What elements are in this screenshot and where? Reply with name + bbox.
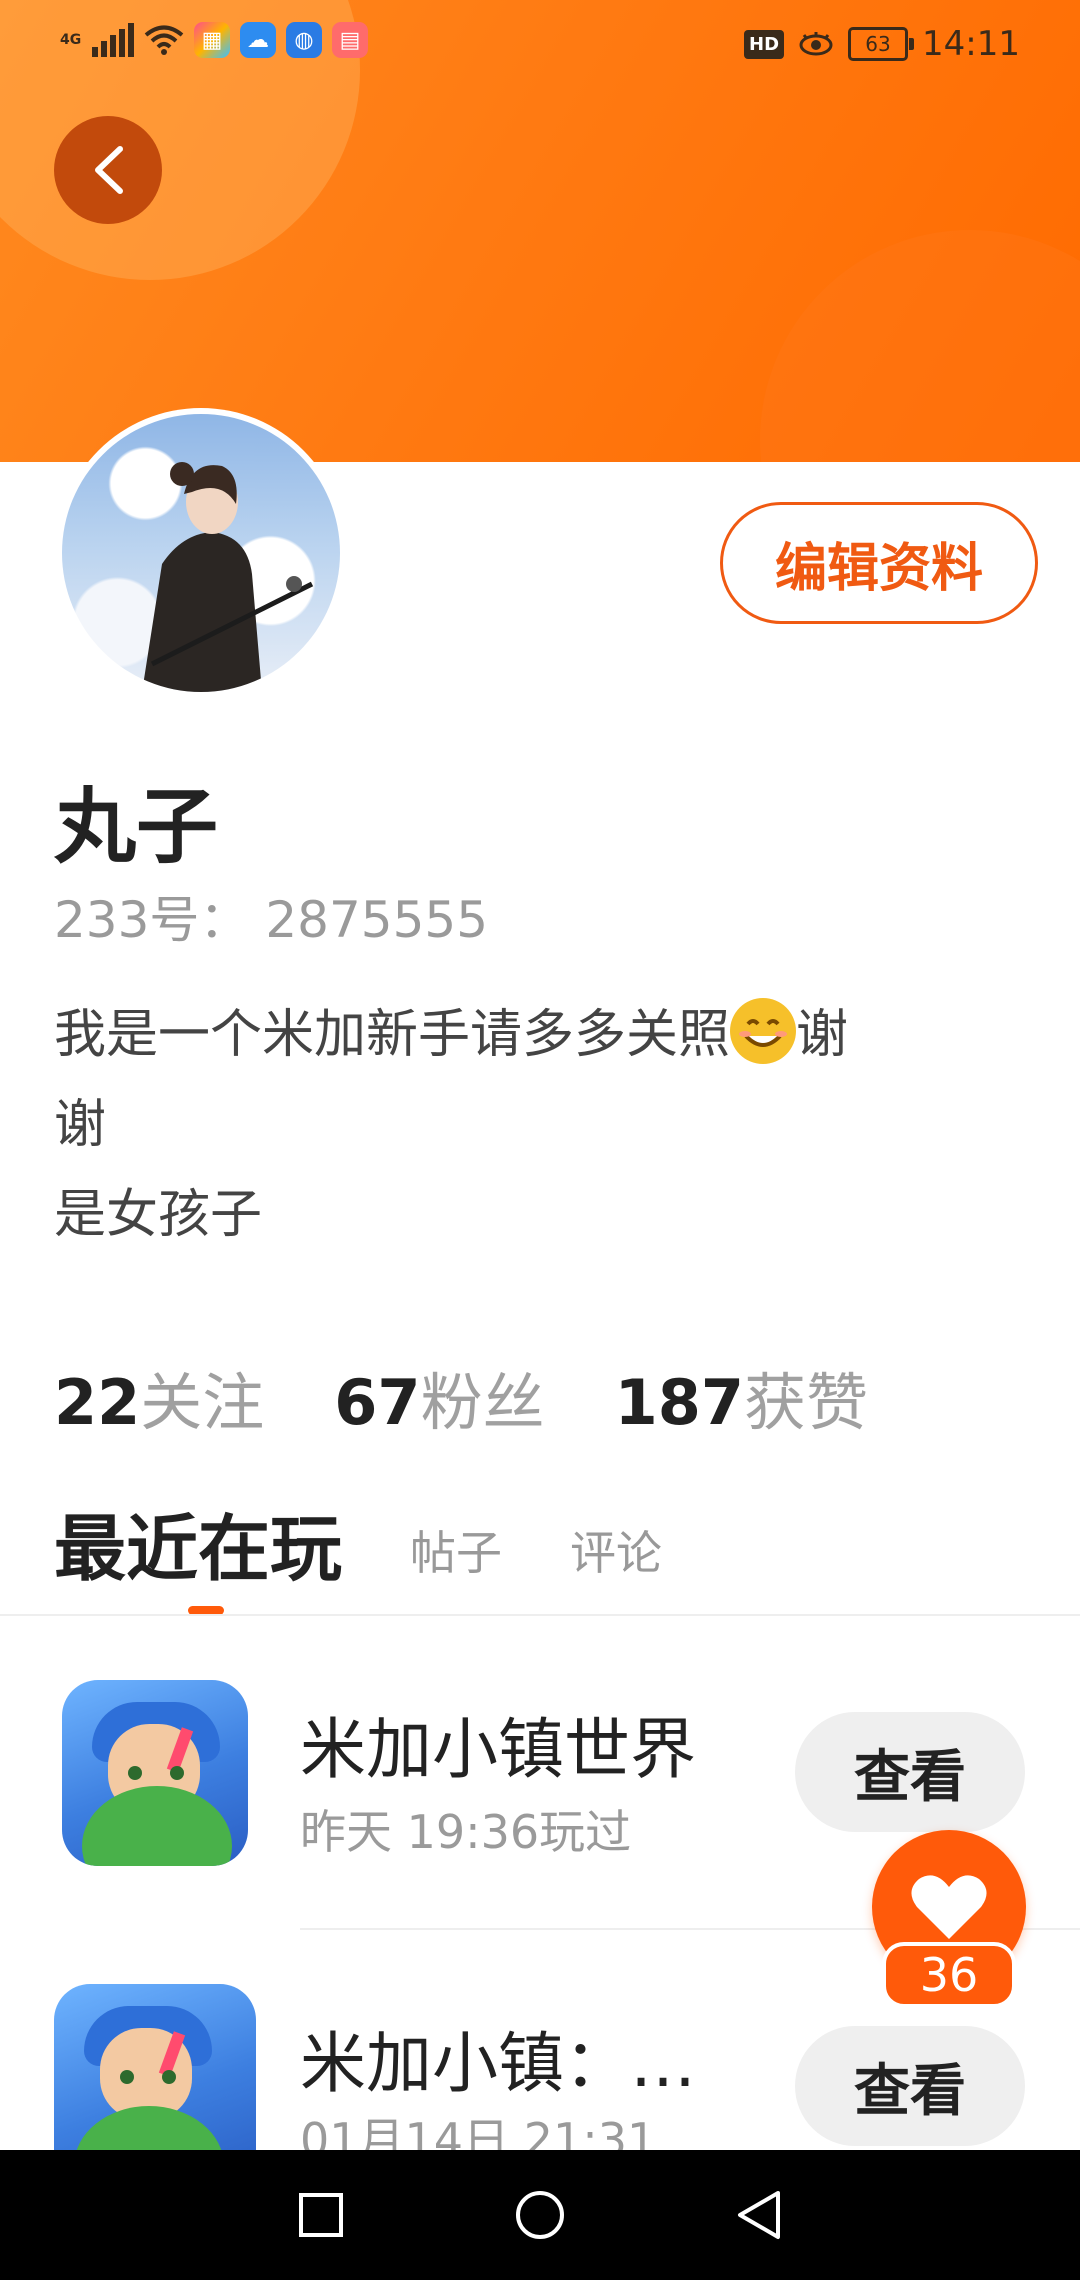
recents-icon[interactable] bbox=[298, 2192, 344, 2238]
chevron-left-icon bbox=[95, 146, 123, 194]
tab-recently-played[interactable]: 最近在玩 bbox=[54, 1490, 342, 1595]
stat-label: 关注 bbox=[140, 1366, 265, 1439]
banner-decoration bbox=[760, 230, 1080, 462]
network-type: 4G bbox=[60, 32, 82, 48]
tab-comments[interactable]: 评论 bbox=[570, 1517, 662, 1595]
back-button[interactable] bbox=[54, 116, 162, 224]
bio-text: 谢 bbox=[796, 1005, 849, 1065]
notification-app-icon: ▦ bbox=[194, 22, 230, 58]
stat-label: 获赞 bbox=[744, 1366, 869, 1439]
signal-icon bbox=[92, 23, 134, 57]
wifi-icon bbox=[144, 25, 184, 55]
clock: 14:11 bbox=[922, 24, 1020, 64]
stat-likes[interactable]: 187获赞 bbox=[615, 1352, 868, 1442]
battery-icon: 63 bbox=[848, 27, 915, 61]
game-last-played: 昨天 19:36玩过 bbox=[300, 1805, 632, 1859]
eye-comfort-icon bbox=[799, 32, 833, 56]
bio-text: 是女孩子 bbox=[54, 1185, 263, 1245]
back-nav-icon[interactable] bbox=[736, 2189, 782, 2241]
weather-app-icon: ☁ bbox=[240, 22, 276, 58]
profile-banner: 4G ▦ ☁ ◍ ▤ HD 63 14:11 bbox=[0, 0, 1080, 462]
edit-profile-button[interactable]: 编辑资料 bbox=[720, 502, 1038, 624]
stat-label: 粉丝 bbox=[420, 1366, 545, 1439]
like-count-badge: 36 bbox=[882, 1942, 1016, 2008]
avatar[interactable] bbox=[56, 408, 346, 698]
avatar-image bbox=[62, 414, 340, 692]
profile-name: 丸子 bbox=[54, 780, 219, 875]
user-id: 233号： 2875555 bbox=[54, 891, 489, 949]
game-icon bbox=[62, 1680, 248, 1866]
game-title: 米加小镇：… bbox=[300, 2025, 696, 2102]
reader-app-icon: ▤ bbox=[332, 22, 368, 58]
profile-tabs: 最近在玩 帖子 评论 bbox=[54, 1490, 662, 1595]
profile-stats: 22关注 67粉丝 187获赞 bbox=[54, 1352, 868, 1442]
view-game-button[interactable]: 查看 bbox=[795, 1712, 1025, 1832]
system-nav-bar bbox=[0, 2150, 1080, 2280]
divider bbox=[0, 1614, 1080, 1616]
stat-following[interactable]: 22关注 bbox=[54, 1352, 264, 1442]
stat-followers[interactable]: 67粉丝 bbox=[334, 1352, 544, 1442]
status-right: HD 63 14:11 bbox=[744, 24, 1020, 64]
view-game-button[interactable]: 查看 bbox=[795, 2026, 1025, 2146]
stat-value: 67 bbox=[334, 1366, 421, 1439]
hd-icon: HD bbox=[744, 29, 785, 59]
smile-emoji-icon bbox=[730, 998, 797, 1064]
avatar-illustration bbox=[142, 462, 314, 692]
home-icon[interactable] bbox=[514, 2189, 566, 2241]
status-bar: 4G ▦ ☁ ◍ ▤ HD 63 14:11 bbox=[0, 0, 1080, 90]
tab-posts[interactable]: 帖子 bbox=[410, 1517, 502, 1595]
stat-value: 187 bbox=[614, 1366, 745, 1439]
profile-bio: 我是一个米加新手请多多关照谢 谢 是女孩子 bbox=[54, 990, 1014, 1260]
status-left: 4G ▦ ☁ ◍ ▤ bbox=[60, 22, 368, 58]
game-title: 米加小镇世界 bbox=[300, 1711, 696, 1788]
bio-text: 我是一个米加新手请多多关照 bbox=[54, 1005, 731, 1065]
browser-app-icon: ◍ bbox=[286, 22, 322, 58]
stat-value: 22 bbox=[54, 1366, 141, 1439]
heart-icon bbox=[911, 1875, 987, 1939]
bio-text: 谢 bbox=[54, 1095, 107, 1155]
